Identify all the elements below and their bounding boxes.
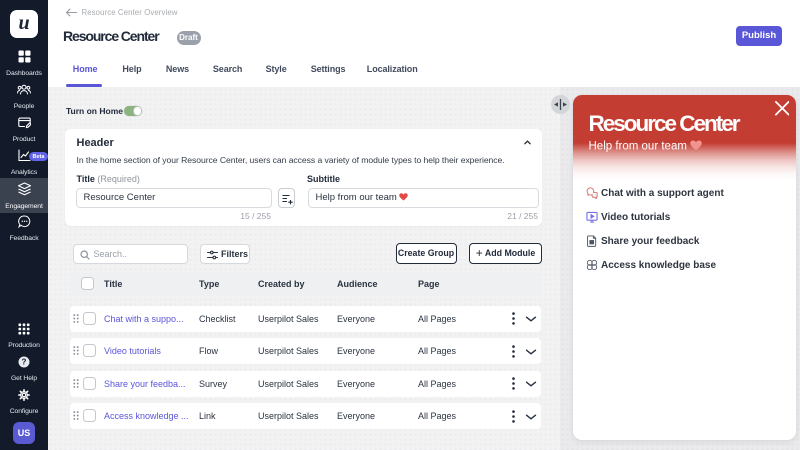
svg-text:?: ? [22, 358, 27, 367]
